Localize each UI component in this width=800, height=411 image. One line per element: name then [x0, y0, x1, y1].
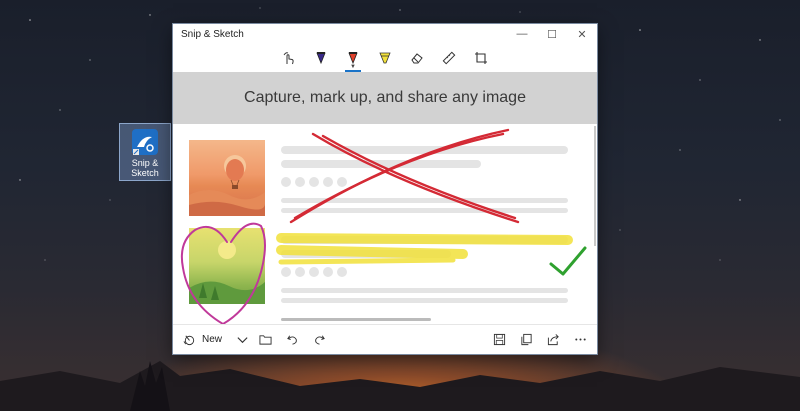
copy-button[interactable]: [520, 325, 533, 354]
placeholder-dot: [295, 177, 305, 187]
new-snip-icon: [183, 335, 195, 346]
placeholder-line: [281, 236, 568, 244]
bottom-command-bar: New: [173, 324, 597, 354]
touch-writing-button[interactable]: [279, 47, 299, 69]
share-button[interactable]: [547, 325, 560, 354]
share-icon: [547, 334, 559, 346]
more-options-button[interactable]: [574, 325, 587, 354]
placeholder-dot: [337, 177, 347, 187]
placeholder-dot: [337, 267, 347, 277]
placeholder-line: [281, 318, 431, 321]
placeholder-line: [281, 298, 568, 303]
placeholder-line: [281, 208, 568, 213]
snip-sketch-desktop-shortcut[interactable]: Snip & Sketch: [119, 123, 171, 181]
placeholder-line: [281, 198, 568, 203]
placeholder-dot: [309, 177, 319, 187]
new-snip-button[interactable]: New: [183, 325, 222, 354]
new-button-label: New: [202, 334, 223, 345]
open-file-button[interactable]: [259, 325, 272, 354]
crop-icon: [475, 52, 487, 64]
redo-icon: [315, 335, 325, 345]
close-button[interactable]: ✕: [567, 24, 597, 44]
minimize-button[interactable]: —: [507, 24, 537, 44]
chevron-down-icon: [237, 337, 248, 344]
save-icon: [493, 333, 506, 346]
placeholder-dot: [281, 267, 291, 277]
desktop-icon-label: Snip & Sketch: [131, 158, 159, 178]
ballpoint-pen-icon: [316, 52, 326, 65]
landscape-illustration: [189, 241, 265, 304]
desktop-icon-label-line2: Sketch: [131, 168, 159, 178]
ellipsis-icon: [575, 338, 586, 341]
pencil-icon: [348, 52, 358, 65]
highlighter-button[interactable]: [375, 47, 395, 69]
green-checkmark: [549, 246, 587, 276]
folder-icon: [259, 335, 272, 345]
title-bar[interactable]: Snip & Sketch — ☐ ✕: [173, 24, 597, 44]
placeholder-line: [281, 288, 568, 293]
new-snip-options-button[interactable]: [236, 325, 249, 354]
undo-button[interactable]: [286, 325, 299, 354]
redo-button[interactable]: [313, 325, 326, 354]
placeholder-dot: [323, 267, 333, 277]
touch-writing-icon: [283, 52, 294, 65]
vertical-scrollbar[interactable]: [594, 126, 596, 246]
window-controls: — ☐ ✕: [507, 24, 597, 44]
eraser-icon: [411, 53, 423, 64]
placeholder-dot: [309, 267, 319, 277]
placeholder-dot: [281, 177, 291, 187]
desktop-icon-label-line1: Snip &: [131, 158, 159, 168]
ruler-icon: [442, 51, 456, 65]
pencil-button[interactable]: ▼: [343, 47, 363, 72]
snip-sketch-app-icon: [132, 129, 158, 155]
save-button[interactable]: [493, 325, 506, 354]
maximize-button[interactable]: ☐: [537, 24, 567, 44]
eraser-button[interactable]: [407, 47, 427, 69]
hero-banner: Capture, mark up, and share any image: [173, 72, 597, 124]
snip-sketch-window: Snip & Sketch — ☐ ✕ ▼ Capture, mark up, …: [173, 24, 597, 354]
window-title: Snip & Sketch: [181, 28, 244, 40]
placeholder-line: [281, 250, 451, 258]
crop-button[interactable]: [471, 47, 491, 69]
markup-toolbar: ▼: [173, 44, 597, 72]
hero-text: Capture, mark up, and share any image: [244, 89, 526, 106]
canvas-area[interactable]: Capture, mark up, and share any image: [173, 72, 597, 325]
undo-icon: [287, 335, 297, 345]
placeholder-line: [281, 146, 568, 154]
placeholder-line: [281, 160, 481, 168]
ruler-button[interactable]: [439, 47, 459, 69]
highlighter-icon: [379, 52, 391, 64]
hot-air-balloon-illustration: [189, 155, 265, 216]
copy-icon: [521, 333, 532, 346]
sample-image-landscape: [189, 228, 265, 304]
placeholder-dot: [323, 177, 333, 187]
placeholder-dot: [295, 267, 305, 277]
sample-image-desert: [189, 140, 265, 216]
pencil-options-chevron-icon[interactable]: ▼: [350, 64, 356, 70]
ballpoint-pen-button[interactable]: [311, 47, 331, 69]
